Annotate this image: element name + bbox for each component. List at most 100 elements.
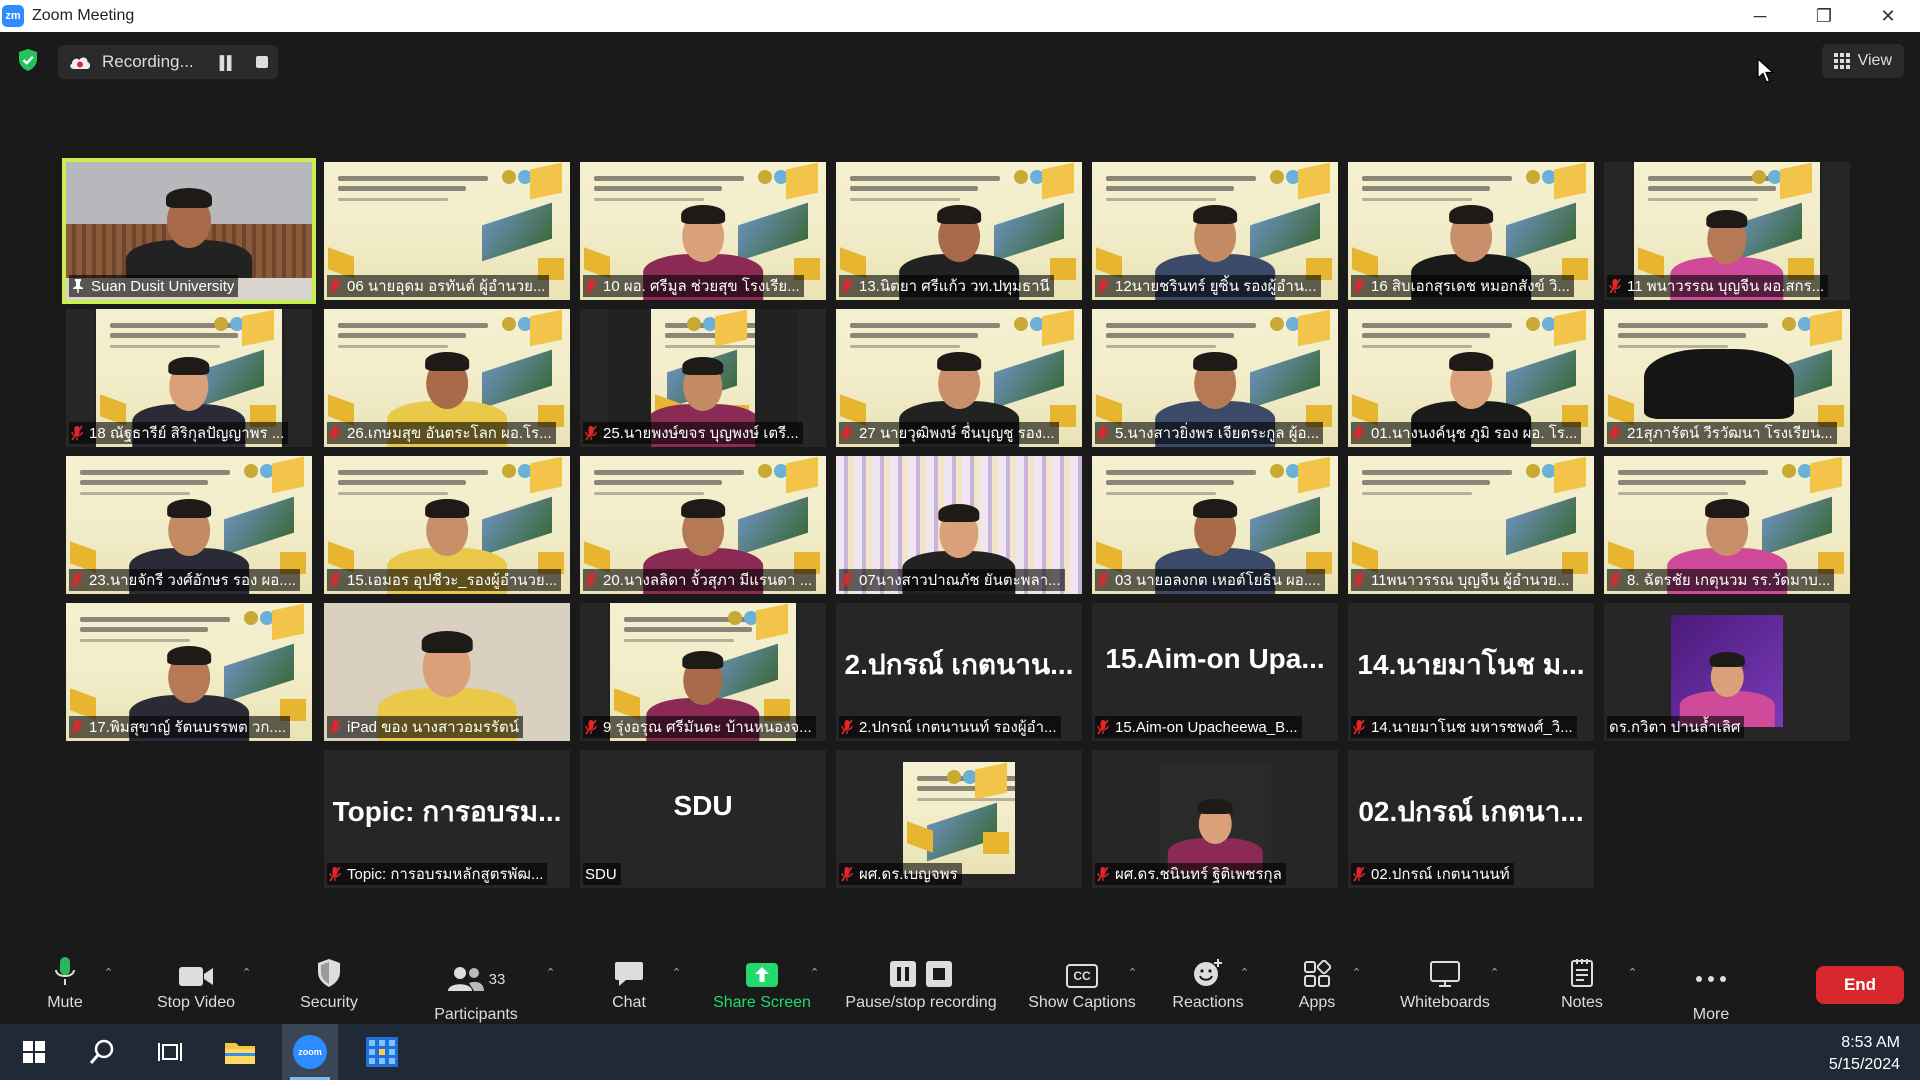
participant-tile[interactable]: 11พนาวรรณ บุญจีน ผู้อำนวย... bbox=[1348, 456, 1594, 594]
notes-icon bbox=[1571, 959, 1593, 987]
participant-name: ผศ.ดร.ชนินทร์ ฐิติเพชรกุล bbox=[1115, 866, 1282, 883]
participant-tile[interactable]: iPad ของ นางสาวอมรรัตน์ bbox=[324, 603, 570, 741]
captions-options-chevron-icon[interactable]: ⌃ bbox=[1128, 966, 1137, 979]
stop-video-button[interactable]: Stop Video bbox=[148, 944, 244, 1024]
participant-tile[interactable]: 27 นายวุฒิพงษ์ ชื่นบุญชู รอง... bbox=[836, 309, 1082, 447]
window-title: Zoom Meeting bbox=[32, 7, 135, 24]
muted-microphone-icon bbox=[1097, 425, 1109, 441]
participant-tile[interactable]: 16 สิบเอกสุรเดช หมอกสังข์ วิ... bbox=[1348, 162, 1594, 300]
file-explorer-button[interactable] bbox=[212, 1024, 268, 1080]
participant-tile[interactable]: 26.เกษมสุข อันตระโลก ผอ.โร... bbox=[324, 309, 570, 447]
participant-name: 17.พิมสุขาญ์ รัตนบรรพต วก.... bbox=[89, 719, 287, 736]
participant-tile[interactable]: 2.ปกรณ์ เกตนาน... 2.ปกรณ์ เกตนานนท์ รองผู… bbox=[836, 603, 1082, 741]
more-button[interactable]: More bbox=[1688, 944, 1734, 1024]
participant-name-display: Topic: การอบรม... bbox=[332, 796, 562, 827]
participant-name: 10 ผอ. ศรีมูล ช่วยสุข โรงเรีย... bbox=[603, 278, 800, 295]
participant-tile[interactable]: 17.พิมสุขาญ์ รัตนบรรพต วก.... bbox=[66, 603, 312, 741]
participant-name-label: 16 สิบเอกสุรเดช หมอกสังข์ วิ... bbox=[1351, 275, 1574, 297]
participant-tile[interactable]: 12นายชรินทร์ ยูซิ้น รองผู้อำน... bbox=[1092, 162, 1338, 300]
mouse-cursor-icon bbox=[1757, 58, 1775, 83]
participant-name: 2.ปกรณ์ เกตนานนท์ รองผู้อำ... bbox=[859, 719, 1057, 736]
participant-tile[interactable]: 25.นายพงษ์ขจร บุญพงษ์ เตรี... bbox=[580, 309, 826, 447]
video-options-chevron-icon[interactable]: ⌃ bbox=[242, 966, 251, 979]
participant-tile[interactable]: 03 นายอลงกต เหอต์โยธิน ผอ.... bbox=[1092, 456, 1338, 594]
app-grid-button[interactable] bbox=[354, 1024, 410, 1080]
muted-microphone-icon bbox=[329, 278, 341, 294]
video-camera-icon bbox=[179, 967, 213, 986]
pin-icon bbox=[73, 279, 83, 293]
participant-tile[interactable]: 13.นิตยา ศรีแก้ว วท.ปทุมธานี bbox=[836, 162, 1082, 300]
muted-microphone-icon bbox=[585, 278, 597, 294]
participant-name: 15.เอมอร อุปชีวะ_รองผู้อำนวย... bbox=[347, 572, 558, 589]
notes-button[interactable]: Notes bbox=[1556, 944, 1608, 1024]
participant-tile[interactable]: ผศ.ดร.เบญจพร bbox=[836, 750, 1082, 888]
apps-options-chevron-icon[interactable]: ⌃ bbox=[1352, 966, 1361, 979]
search-icon bbox=[89, 1039, 114, 1064]
participant-tile[interactable]: 20.นางลลิดา จั้วสุภา มีแรนดา ... bbox=[580, 456, 826, 594]
participant-tile[interactable]: 10 ผอ. ศรีมูล ช่วยสุข โรงเรีย... bbox=[580, 162, 826, 300]
share-screen-button[interactable]: Share Screen bbox=[710, 944, 814, 1024]
end-meeting-button[interactable]: End bbox=[1816, 966, 1904, 1004]
reactions-label: Reactions bbox=[1172, 994, 1244, 1011]
participant-video-person bbox=[1167, 792, 1263, 874]
reactions-button[interactable]: Reactions bbox=[1166, 944, 1250, 1024]
system-clock[interactable]: 8:53 AM 5/15/2024 bbox=[1829, 1032, 1900, 1076]
share-options-chevron-icon[interactable]: ⌃ bbox=[810, 966, 819, 979]
participant-tile[interactable]: 15.เอมอร อุปชีวะ_รองผู้อำนวย... bbox=[324, 456, 570, 594]
participant-tile[interactable]: Topic: การอบรม... Topic: การอบรมหลักสูตรพ… bbox=[324, 750, 570, 888]
participant-tile[interactable]: ผศ.ดร.ชนินทร์ ฐิติเพชรกุล bbox=[1092, 750, 1338, 888]
encryption-shield-icon[interactable] bbox=[17, 48, 39, 72]
participant-tile[interactable]: 14.นายมาโนช ม... 14.นายมาโนช มหารชพงศ์_วิ… bbox=[1348, 603, 1594, 741]
chat-options-chevron-icon[interactable]: ⌃ bbox=[672, 966, 681, 979]
participants-label: Participants bbox=[434, 1006, 518, 1023]
participant-tile[interactable]: SDU SDU bbox=[580, 750, 826, 888]
notes-options-chevron-icon[interactable]: ⌃ bbox=[1628, 966, 1637, 979]
participant-name: 9 รุ่งอรุณ ศรีมันตะ บ้านหนองจ... bbox=[603, 719, 812, 736]
muted-microphone-icon bbox=[329, 425, 341, 441]
minimize-button[interactable]: ─ bbox=[1728, 0, 1792, 32]
participant-name: ผศ.ดร.เบญจพร bbox=[859, 866, 958, 883]
security-button[interactable]: Security bbox=[294, 944, 364, 1024]
participant-tile[interactable]: 8. ฉัตรชัย เกตุนวม รร.วัดมาบ... bbox=[1604, 456, 1850, 594]
show-captions-button[interactable]: CC Show Captions bbox=[1022, 944, 1142, 1024]
close-button[interactable]: ✕ bbox=[1856, 0, 1920, 32]
muted-microphone-icon bbox=[329, 572, 341, 588]
audio-options-chevron-icon[interactable]: ⌃ bbox=[104, 966, 113, 979]
zoom-taskbar-button[interactable]: zoom bbox=[282, 1024, 338, 1080]
whiteboards-options-chevron-icon[interactable]: ⌃ bbox=[1490, 966, 1499, 979]
participants-button[interactable]: 33 Participants bbox=[428, 944, 524, 1024]
participant-name: 27 นายวุฒิพงษ์ ชื่นบุญชู รอง... bbox=[859, 425, 1055, 442]
participant-tile[interactable]: ดร.กวิตา ปานล้ำเลิศ bbox=[1604, 603, 1850, 741]
participant-tile[interactable]: 21สุภารัตน์ วีรวัฒนา โรงเรียน... bbox=[1604, 309, 1850, 447]
apps-button[interactable]: Apps bbox=[1292, 944, 1342, 1024]
participant-name-label: 18 ณัฐธารีย์ สิริกุลปัญญาพร ... bbox=[69, 422, 289, 444]
pause-stop-recording-button[interactable]: Pause/stop recording bbox=[836, 944, 1006, 1024]
participant-tile[interactable]: 02.ปกรณ์ เกตนา... 02.ปกรณ์ เกตนานนท์ bbox=[1348, 750, 1594, 888]
participant-tile[interactable]: 11 พนาวรรณ บุญจีน ผอ.สกร... bbox=[1604, 162, 1850, 300]
start-button[interactable] bbox=[6, 1024, 62, 1080]
participant-tile[interactable]: 23.นายจักรี วงศ์อักษร รอง ผอ.... bbox=[66, 456, 312, 594]
participant-tile[interactable]: 15.Aim-on Upa... 15.Aim-on Upacheewa_B... bbox=[1092, 603, 1338, 741]
participants-options-chevron-icon[interactable]: ⌃ bbox=[546, 966, 555, 979]
participant-tile[interactable]: 01.นางนงค์นุช ภูมิ รอง ผอ. โร... bbox=[1348, 309, 1594, 447]
task-view-button[interactable] bbox=[142, 1024, 198, 1080]
pause-recording-icon[interactable]: ▌▌ bbox=[220, 55, 236, 70]
view-button[interactable]: View bbox=[1821, 44, 1904, 78]
whiteboards-button[interactable]: Whiteboards bbox=[1390, 944, 1500, 1024]
participant-tile[interactable]: 5.นางสาวยิ่งพร เจียตระกูล ผู้อ... bbox=[1092, 309, 1338, 447]
participant-tile[interactable]: 9 รุ่งอรุณ ศรีมันตะ บ้านหนองจ... bbox=[580, 603, 826, 741]
clock-time: 8:53 AM bbox=[1841, 1034, 1900, 1051]
chat-button[interactable]: Chat bbox=[604, 944, 654, 1024]
reactions-smiley-icon bbox=[1194, 959, 1222, 986]
participant-tile[interactable]: 18 ณัฐธารีย์ สิริกุลปัญญาพร ... bbox=[66, 309, 312, 447]
apps-icon bbox=[1304, 960, 1331, 987]
stop-recording-icon[interactable] bbox=[256, 56, 269, 68]
search-button[interactable] bbox=[74, 1024, 130, 1080]
restore-button[interactable]: ❐ bbox=[1792, 0, 1856, 32]
participant-tile[interactable]: 07นางสาวปาณภัช ยันตะพลา... bbox=[836, 456, 1082, 594]
participant-tile[interactable]: 06 นายอุดม อรทันต์ ผู้อำนวย... bbox=[324, 162, 570, 300]
reactions-options-chevron-icon[interactable]: ⌃ bbox=[1240, 966, 1249, 979]
muted-microphone-icon bbox=[1097, 572, 1109, 588]
mute-button[interactable]: Mute bbox=[40, 944, 90, 1024]
active-speaker-tile[interactable]: Suan Dusit University bbox=[62, 158, 316, 304]
